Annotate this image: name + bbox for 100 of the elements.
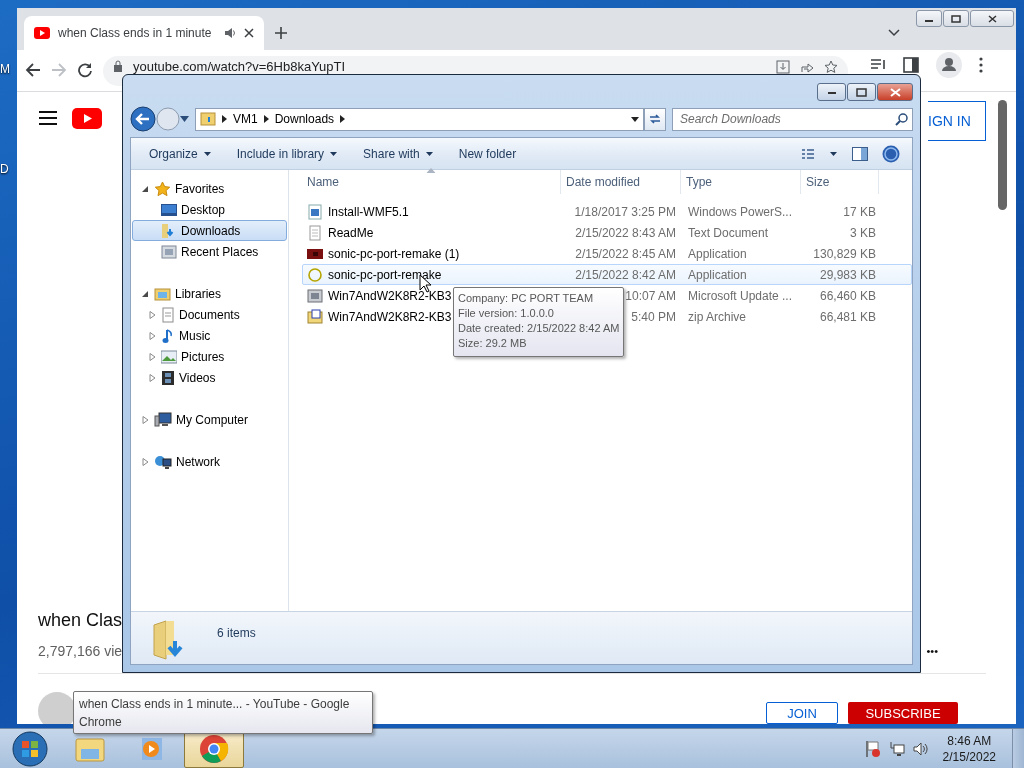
join-button[interactable]: JOIN (766, 702, 838, 724)
navigation-item[interactable]: Recent Places (132, 241, 287, 262)
column-header[interactable]: Date modified (561, 170, 681, 194)
menu-icon[interactable] (979, 57, 983, 73)
navigation-item[interactable]: Desktop (132, 199, 287, 220)
tooltip-line: File version: 1.0.0.0 (458, 306, 555, 321)
network-icon[interactable] (888, 740, 905, 757)
clock[interactable]: 8:46 AM 2/15/2022 (936, 732, 1004, 765)
reload-icon[interactable] (77, 62, 93, 78)
date-modified: 2/15/2022 8:43 AM (575, 225, 676, 240)
text-file-icon (307, 224, 323, 241)
expanded-arrow-icon[interactable] (142, 184, 149, 193)
navigation-item[interactable]: Music (132, 325, 287, 346)
sort-arrow-icon (426, 168, 436, 173)
profile-icon[interactable] (936, 52, 962, 78)
restore-button[interactable] (943, 10, 969, 27)
file-row[interactable]: sonic-pc-port-remake 2/15/2022 8:42 AM Application 29,983 KB (302, 264, 912, 285)
scrollbar-thumb[interactable] (998, 100, 1007, 210)
navigation-item[interactable]: Videos (132, 367, 287, 388)
collapsed-arrow-icon[interactable] (149, 373, 156, 382)
refresh-button[interactable] (644, 107, 666, 131)
search-field[interactable]: Search Downloads (672, 107, 913, 131)
date-modified: 1/18/2017 3:25 PM (574, 204, 676, 219)
video-logo-icon (34, 27, 50, 39)
dropdown-arrow-icon[interactable] (631, 116, 639, 122)
chrome-icon (199, 733, 229, 764)
new-tab-icon[interactable] (274, 26, 288, 40)
breadcrumb-item[interactable]: VM1 (233, 112, 258, 126)
file-size: 3 KB (850, 225, 876, 240)
picture-icon (161, 349, 177, 364)
tooltip-line: Company: PC PORT TEAM (458, 291, 595, 306)
view-options-icon[interactable] (802, 147, 838, 160)
side-panel-icon[interactable] (903, 57, 919, 73)
installer-icon (307, 287, 323, 304)
date-modified: 2/15/2022 8:42 AM (575, 267, 676, 282)
speaker-icon[interactable] (224, 27, 236, 39)
star-icon (154, 180, 171, 197)
ring-icon (307, 266, 323, 283)
navigation-item[interactable]: Documents (132, 304, 287, 325)
caret-icon (203, 151, 211, 156)
reading-list-icon[interactable] (870, 58, 886, 72)
column-header[interactable]: Name (302, 170, 561, 194)
history-dropdown-icon[interactable] (180, 116, 189, 122)
date-modified: 2/15/2022 8:45 AM (575, 246, 676, 261)
menu-icon[interactable] (38, 110, 58, 126)
close-icon[interactable] (244, 28, 254, 38)
back-arrow-icon[interactable] (25, 62, 41, 78)
action-center-flag-icon[interactable] (864, 739, 881, 758)
browser-tab[interactable]: when Class ends in 1 minute (24, 16, 264, 50)
start-button-icon[interactable] (12, 730, 48, 767)
file-size: 29,983 KB (819, 267, 876, 282)
toolbar-button[interactable]: Organize (139, 142, 221, 165)
sign-in-button[interactable]: IGN IN (928, 101, 986, 141)
breadcrumb-item[interactable]: Downloads (274, 112, 335, 126)
file-name: ReadMe (328, 225, 374, 240)
expanded-arrow-icon[interactable] (142, 289, 149, 298)
subscribe-button[interactable]: SUBSCRIBE (848, 702, 958, 724)
video-title: when Clas (38, 610, 124, 631)
toolbar-button[interactable]: Include in library (226, 142, 348, 165)
restore-icon (951, 14, 961, 23)
collapsed-arrow-icon[interactable] (142, 415, 149, 424)
toolbar-button[interactable]: New folder (448, 142, 527, 165)
navigation-item[interactable]: Pictures (132, 346, 287, 367)
share-icon[interactable] (800, 60, 814, 74)
tab-search-icon[interactable] (888, 29, 900, 37)
navigation-item[interactable]: Favorites (132, 178, 287, 199)
minimize-button[interactable] (817, 83, 846, 101)
desktop-icon (161, 202, 177, 217)
back-button-icon[interactable] (130, 106, 156, 132)
preview-pane-icon[interactable] (852, 146, 868, 161)
computer-icon (154, 411, 172, 428)
file-name: sonic-pc-port-remake (328, 267, 442, 282)
address-bar[interactable]: VM1 Downloads (195, 107, 644, 131)
channel-avatar[interactable] (38, 692, 76, 724)
file-name: Win7AndW2K8R2-KB3 (328, 288, 452, 303)
toolbar-button[interactable]: Share with (353, 142, 443, 165)
navigation-item[interactable]: Libraries (132, 283, 287, 304)
close-button[interactable] (877, 83, 913, 101)
collapsed-arrow-icon[interactable] (149, 331, 156, 340)
date-modified: 5:40 PM (631, 309, 676, 324)
column-header[interactable]: Size (801, 170, 879, 194)
column-header[interactable]: Type (681, 170, 801, 194)
navigation-item[interactable]: Network (132, 451, 287, 472)
close-button[interactable] (970, 10, 1014, 27)
help-icon[interactable] (882, 144, 900, 163)
collapsed-arrow-icon[interactable] (149, 352, 156, 361)
star-icon[interactable] (824, 60, 838, 74)
restore-icon (856, 87, 867, 97)
date-modified: 10:07 AM (625, 288, 676, 303)
restore-button[interactable] (847, 83, 876, 101)
collapsed-arrow-icon[interactable] (142, 457, 149, 466)
archive-icon (307, 308, 323, 325)
navigation-item[interactable]: Downloads (132, 220, 287, 241)
volume-icon[interactable] (912, 740, 929, 757)
install-icon[interactable] (776, 60, 790, 74)
minimize-button[interactable] (916, 10, 942, 27)
navigation-item[interactable]: My Computer (132, 409, 287, 430)
more-actions-button[interactable]: ••• (926, 645, 938, 657)
collapsed-arrow-icon[interactable] (149, 310, 156, 319)
file-type: zip Archive (688, 309, 747, 324)
